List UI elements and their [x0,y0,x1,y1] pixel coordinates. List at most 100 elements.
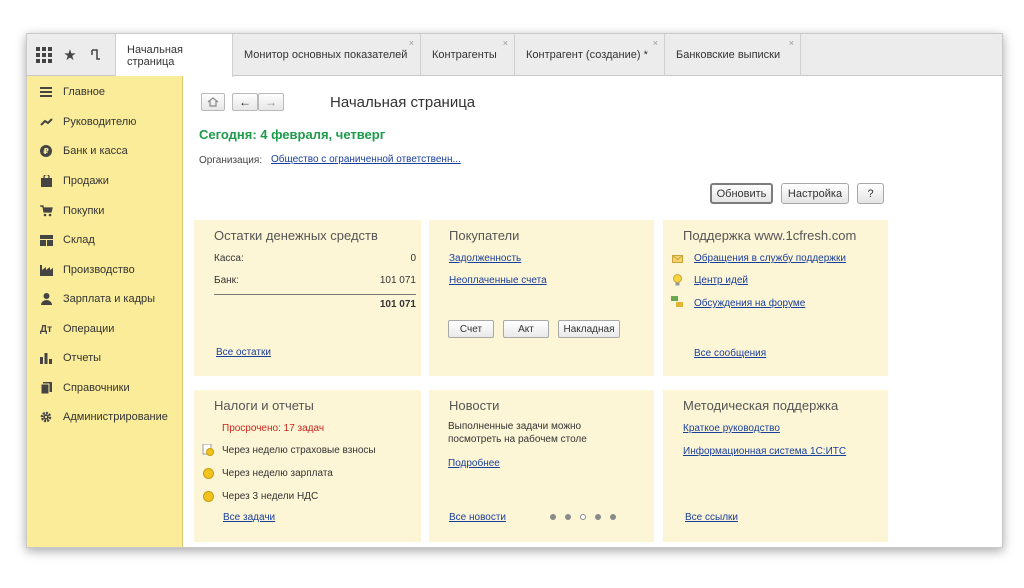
panel-title: Методическая поддержка [683,398,839,413]
panel-title: Поддержка www.1cfresh.com [683,228,857,243]
all-messages-link[interactable]: Все сообщения [694,348,766,359]
tab-monitor[interactable]: Монитор основных показателей × [233,34,421,76]
book-icon [39,381,53,395]
close-icon[interactable]: × [503,38,508,48]
ideas-center-link[interactable]: Центр идей [694,275,748,286]
panel-methodical-support: Методическая поддержка Краткое руководст… [663,390,888,542]
organization-label: Организация: [199,155,263,166]
main-content: ← → Начальная страница Сегодня: 4 феврал… [184,77,1002,547]
all-balances-link[interactable]: Все остатки [216,347,271,358]
sidebar-item-label: Зарплата и кадры [63,293,156,305]
sidebar-item-label: Банк и касса [63,145,128,157]
task-item: Через неделю страховые взносы [222,445,376,456]
sidebar-item-main[interactable]: Главное [27,81,183,103]
document-coin-icon [202,444,214,456]
arrow-left-icon: ← [239,95,251,109]
all-links-link[interactable]: Все ссылки [685,512,738,523]
panel-taxes-reports: Налоги и отчеты Просрочено: 17 задач Чер… [194,390,421,542]
tab-bar: ★ Начальная страница Монитор основных по… [27,34,1002,77]
invoice-button[interactable]: Счет [448,320,494,338]
pager-dot[interactable] [550,514,556,520]
all-tasks-link[interactable]: Все задачи [223,512,275,523]
sidebar-item-salary[interactable]: Зарплата и кадры [27,288,183,310]
sidebar-item-label: Продажи [63,175,109,187]
person-icon [39,292,53,306]
close-icon[interactable]: × [789,38,794,48]
cash-label: Касса: [214,253,244,264]
lightbulb-icon [671,274,683,286]
ruble-icon: ₽ [39,144,53,158]
quick-guide-link[interactable]: Краткое руководство [683,423,780,434]
forum-icon [671,296,683,308]
tab-label: Монитор основных показателей [244,49,408,61]
support-requests-link[interactable]: Обращения в службу поддержки [694,253,846,264]
home-icon [207,97,219,107]
all-news-link[interactable]: Все новости [449,512,506,523]
back-button[interactable]: ← [232,93,258,111]
sidebar-item-label: Производство [63,264,135,276]
panel-title: Остатки денежных средств [214,228,378,243]
pager-dot[interactable] [565,514,571,520]
sidebar-item-label: Покупки [63,205,105,217]
gear-icon [39,410,53,424]
its-system-link[interactable]: Информационная система 1С:ИТС [683,446,846,457]
sidebar-item-admin[interactable]: Администрирование [27,406,183,428]
tab-bank-statements[interactable]: Банковские выписки × [665,34,801,76]
bag-icon [39,174,53,188]
sidebar-item-purchases[interactable]: Покупки [27,200,183,222]
close-icon[interactable]: × [653,38,658,48]
sidebar-item-warehouse[interactable]: Склад [27,229,183,251]
sidebar: Главное Руководителю ₽ Банк и касса Прод… [27,76,183,547]
apps-grid-icon[interactable] [35,46,53,64]
forward-button[interactable]: → [258,93,284,111]
act-button[interactable]: Акт [503,320,549,338]
waybill-button[interactable]: Накладная [558,320,620,338]
sidebar-item-label: Справочники [63,382,130,394]
bank-label: Банк: [214,275,239,286]
tab-label: Банковские выписки [676,49,781,61]
tab-contractor-new[interactable]: Контрагент (создание) * × [515,34,665,76]
news-pager [550,514,616,520]
arrow-right-icon: → [265,95,277,109]
cart-icon [39,204,53,218]
trend-icon [39,115,53,129]
sidebar-item-reports[interactable]: Отчеты [27,347,183,369]
envelope-icon [671,253,683,265]
sidebar-item-production[interactable]: Производство [27,259,183,281]
unpaid-invoices-link[interactable]: Неоплаченные счета [449,275,547,286]
cash-value: 0 [410,253,416,264]
home-button[interactable] [201,93,225,111]
refresh-button[interactable]: Обновить [710,183,773,204]
panel-cash-balances: Остатки денежных средств Касса: 0 Банк: … [194,220,421,376]
history-icon[interactable] [87,46,105,64]
panel-title: Покупатели [449,228,520,243]
sidebar-item-label: Склад [63,234,95,246]
panel-title: Новости [449,398,500,413]
pager-dot[interactable] [595,514,601,520]
pager-dot-active[interactable] [580,514,586,520]
pager-dot[interactable] [610,514,616,520]
sidebar-item-sales[interactable]: Продажи [27,170,183,192]
tab-label: Начальная страница [127,43,183,68]
organization-link[interactable]: Общество с ограниченной ответственн... [271,154,461,165]
star-icon[interactable]: ★ [61,46,79,64]
divider [214,294,416,295]
tab-home[interactable]: Начальная страница [115,34,233,77]
coin-icon [202,490,214,502]
forum-link[interactable]: Обсуждения на форуме [694,298,805,309]
today-date: Сегодня: 4 февраля, четверг [199,127,386,142]
close-icon[interactable]: × [409,38,414,48]
sidebar-item-operations[interactable]: Дт Операции [27,318,183,340]
debt-link[interactable]: Задолженность [449,253,521,264]
more-link[interactable]: Подробнее [448,458,500,469]
settings-button[interactable]: Настройка [781,183,849,204]
top-icons: ★ [27,34,115,76]
menu-icon [39,85,53,99]
tab-contractors[interactable]: Контрагенты × [421,34,515,76]
sidebar-item-bank[interactable]: ₽ Банк и касса [27,140,183,162]
sidebar-item-director[interactable]: Руководителю [27,111,183,133]
sidebar-item-references[interactable]: Справочники [27,377,183,399]
help-button[interactable]: ? [857,183,884,204]
panel-news: Новости Выполненные задачи можно посмотр… [429,390,654,542]
news-text-line: посмотреть на рабочем столе [448,434,587,445]
